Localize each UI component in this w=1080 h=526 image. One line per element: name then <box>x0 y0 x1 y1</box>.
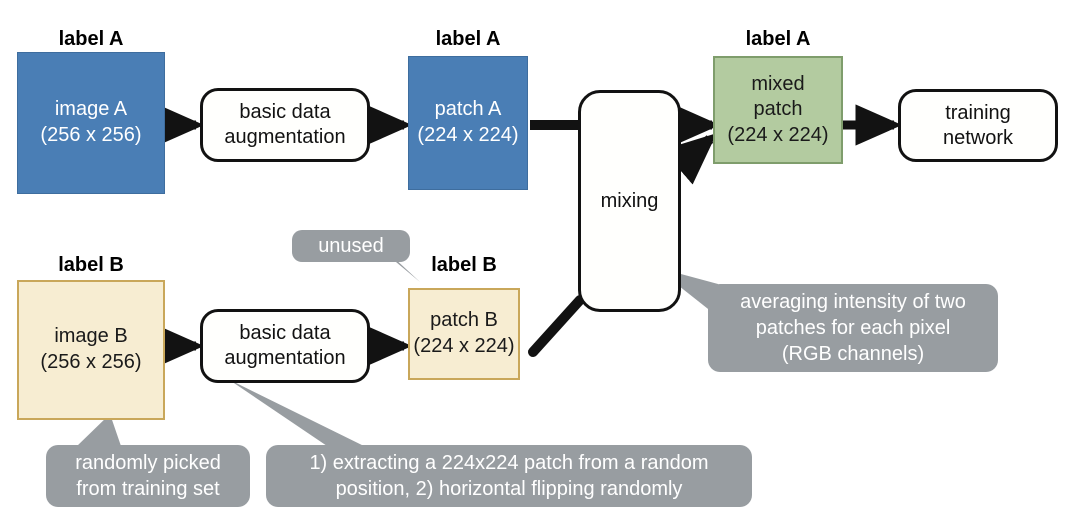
callout-randomly-picked: randomly picked from training set <box>46 445 250 507</box>
tile-image-b: image B (256 x 256) <box>17 280 165 420</box>
label-patch-b: label B <box>431 254 497 276</box>
aug-bottom-line2: augmentation <box>224 347 346 369</box>
label-image-a: label A <box>58 28 124 50</box>
image-b-name: image B <box>54 325 128 348</box>
augmentation-pipeline-diagram: label A image A (256 x 256) basic data a… <box>0 0 1080 526</box>
randomly-picked-line1: randomly picked <box>75 452 221 474</box>
mixed-patch-size: (224 x 224) <box>727 123 829 146</box>
averaging-line3: (RGB channels) <box>781 343 925 365</box>
mixed-patch-name-line1: mixed <box>751 72 805 95</box>
extracting-line1: 1) extracting a 224x224 patch from a ran… <box>309 452 709 474</box>
extracting-line2: position, 2) horizontal flipping randoml… <box>335 478 683 500</box>
callout-unused: unused <box>292 230 410 262</box>
averaging-line2: patches for each pixel <box>755 317 951 339</box>
unused-line1: unused <box>318 235 384 257</box>
aug-top-line2: augmentation <box>224 126 346 148</box>
label-image-b: label B <box>58 254 124 276</box>
label-patch-a: label A <box>435 28 501 50</box>
image-b-size: (256 x 256) <box>40 351 142 373</box>
tile-patch-a: patch A (224 x 224) <box>408 56 528 190</box>
callout-extracting-patch: 1) extracting a 224x224 patch from a ran… <box>266 445 752 507</box>
extracting-callout-tail <box>228 379 372 450</box>
tile-image-a: image A (256 x 256) <box>17 52 165 194</box>
averaging-line1: averaging intensity of two <box>740 291 966 313</box>
randomly-picked-line2: from training set <box>76 478 220 500</box>
process-basic-data-augmentation-top: basic data augmentation <box>200 88 370 162</box>
image-a-size: (256 x 256) <box>40 124 142 146</box>
callout-averaging-intensity: averaging intensity of two patches for e… <box>708 284 998 372</box>
aug-bottom-line1: basic data <box>239 322 331 344</box>
training-line1: training <box>945 101 1011 124</box>
aug-top-line1: basic data <box>239 101 331 123</box>
label-mixed-patch: label A <box>745 28 811 50</box>
tile-mixed-patch: mixed patch (224 x 224) <box>713 56 843 164</box>
process-mixing: mixing <box>578 90 681 312</box>
tile-patch-b: patch B (224 x 224) <box>408 288 520 380</box>
training-line2: network <box>942 126 1014 149</box>
process-training-network: training network <box>898 89 1058 162</box>
patch-b-name: patch B <box>430 309 498 332</box>
patch-a-size: (224 x 224) <box>417 124 519 146</box>
mixing-line1: mixing <box>600 189 659 212</box>
patch-b-size: (224 x 224) <box>413 335 515 357</box>
image-a-name: image A <box>54 98 128 121</box>
patch-a-name: patch A <box>434 98 502 121</box>
process-basic-data-augmentation-bottom: basic data augmentation <box>200 309 370 383</box>
mixed-patch-name-line2: patch <box>753 98 803 121</box>
line-patch-b-to-mixing <box>528 295 585 357</box>
